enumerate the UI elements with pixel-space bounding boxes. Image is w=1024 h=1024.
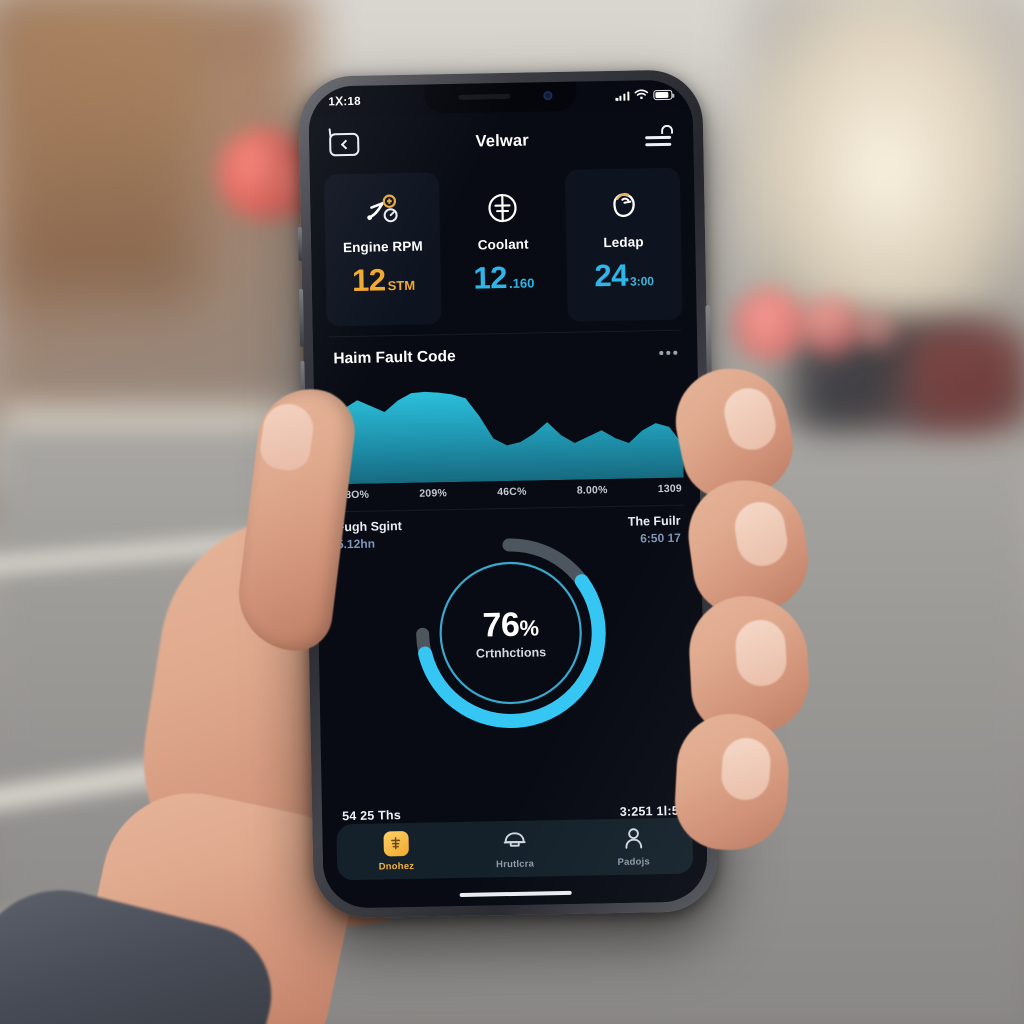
metric-card-ledap[interactable]: Ledap 24 3:00 xyxy=(564,167,683,322)
ledap-icon xyxy=(600,182,645,229)
app-root: Velwar Engine RPM 12 STM Coolant 12 .160… xyxy=(308,109,708,909)
bokeh-light xyxy=(856,310,898,352)
notch xyxy=(424,81,577,114)
chart-title: Haim Fault Code xyxy=(333,347,456,368)
phone-screen: 1Ⅹ:18 Velwar Engine RPM 12 STM Coolant 1… xyxy=(308,79,708,909)
phone-device: 1Ⅹ:18 Velwar Engine RPM 12 STM Coolant 1… xyxy=(297,69,719,919)
metric-label: Coolant xyxy=(477,236,529,253)
gauge-right-label: The Fuilr xyxy=(627,513,681,529)
car-icon xyxy=(501,828,527,854)
gauge-left-label: Fugh Sgint xyxy=(336,519,402,535)
x-tick-label: 46C% xyxy=(497,485,527,499)
dashboard-icon xyxy=(383,830,409,856)
mute-switch[interactable] xyxy=(297,226,303,261)
person-icon xyxy=(622,825,644,851)
metric-value: 12 xyxy=(351,262,386,298)
engine-rpm-icon xyxy=(360,187,405,234)
earpiece-speaker xyxy=(458,93,511,100)
volume-up-button[interactable] xyxy=(299,288,305,347)
x-tick-label: 209% xyxy=(419,487,448,500)
status-icon-group xyxy=(615,88,673,102)
background-building-left-accent xyxy=(0,0,200,300)
battery-icon xyxy=(653,90,673,100)
app-navbar: Velwar xyxy=(309,109,694,172)
progress-gauge[interactable]: 76% Crtnhctions xyxy=(403,525,619,741)
dashboard-badge xyxy=(383,830,409,856)
gauge-right-value: 6:50 17 xyxy=(640,530,682,546)
gauge-right-stat: The Fuilr 6:50 17 xyxy=(628,514,681,546)
gauge-svg xyxy=(415,537,606,728)
metric-value-group: 24 3:00 xyxy=(594,257,655,294)
metric-unit: STM xyxy=(387,277,416,294)
page-title: Velwar xyxy=(475,131,530,151)
wifi-icon xyxy=(634,88,649,102)
metric-value: 12 xyxy=(473,259,508,296)
finger-nail-3 xyxy=(734,618,788,688)
tab-label: Padojs xyxy=(617,856,651,868)
metric-value-group: 12 STM xyxy=(351,262,416,298)
metric-card-coolant[interactable]: Coolant 12 .160 xyxy=(444,169,563,325)
back-arrow-icon[interactable] xyxy=(329,132,360,156)
gauge-progress-arc xyxy=(415,537,606,728)
fault-code-area-chart xyxy=(330,391,684,485)
gauge-left-value: 5.12hn xyxy=(336,536,376,552)
metric-label: Ledap xyxy=(603,234,644,251)
bokeh-light xyxy=(800,296,862,358)
metric-value: 24 xyxy=(594,257,629,294)
metric-card-engine-rpm[interactable]: Engine RPM 12 STM xyxy=(323,172,443,327)
coolant-icon xyxy=(482,185,523,232)
x-tick-label: 1309 xyxy=(657,482,683,496)
front-camera xyxy=(543,91,553,101)
metric-unit: .160 xyxy=(508,275,535,291)
metric-label: Engine RPM xyxy=(342,238,423,256)
status-time: 1Ⅹ:18 xyxy=(328,95,361,109)
gauge-section: Fugh Sgint 5.12hn The Fuilr 6:50 17 76% … xyxy=(316,509,707,908)
metric-value-group: 12 .160 xyxy=(473,259,535,296)
x-tick-label: 8.00% xyxy=(576,484,608,497)
photo-scene: 1Ⅹ:18 Velwar Engine RPM 12 STM Coolant 1… xyxy=(0,0,1024,1024)
bottom-tab-bar: Dnohez Hrutlcra Padojs xyxy=(336,817,694,881)
hamburger-menu-icon[interactable] xyxy=(645,124,674,149)
chart-area[interactable] xyxy=(314,365,700,485)
signal-bars-icon xyxy=(615,91,630,101)
gauge-inner-ring xyxy=(439,561,582,705)
tab-dnohez[interactable]: Dnohez xyxy=(356,829,437,873)
menu-knob xyxy=(660,124,674,134)
metric-unit: 3:00 xyxy=(629,274,655,289)
tab-hrutlcra[interactable]: Hrutlcra xyxy=(474,827,555,871)
tab-label: Dnohez xyxy=(378,860,415,873)
gauge-left-stat: Fugh Sgint 5.12hn xyxy=(336,519,402,551)
chevron-left-icon xyxy=(340,139,351,150)
tab-label: Hrutlcra xyxy=(495,858,535,871)
tab-padojs[interactable]: Padojs xyxy=(593,825,674,869)
bokeh-light xyxy=(732,288,806,362)
metric-card-row: Engine RPM 12 STM Coolant 12 .160 Ledap … xyxy=(310,165,697,327)
footer-stat-left: 54 25 Ths xyxy=(342,808,402,824)
background-car-red xyxy=(910,330,1024,425)
more-options-icon[interactable] xyxy=(659,350,678,355)
home-indicator[interactable] xyxy=(459,890,572,898)
